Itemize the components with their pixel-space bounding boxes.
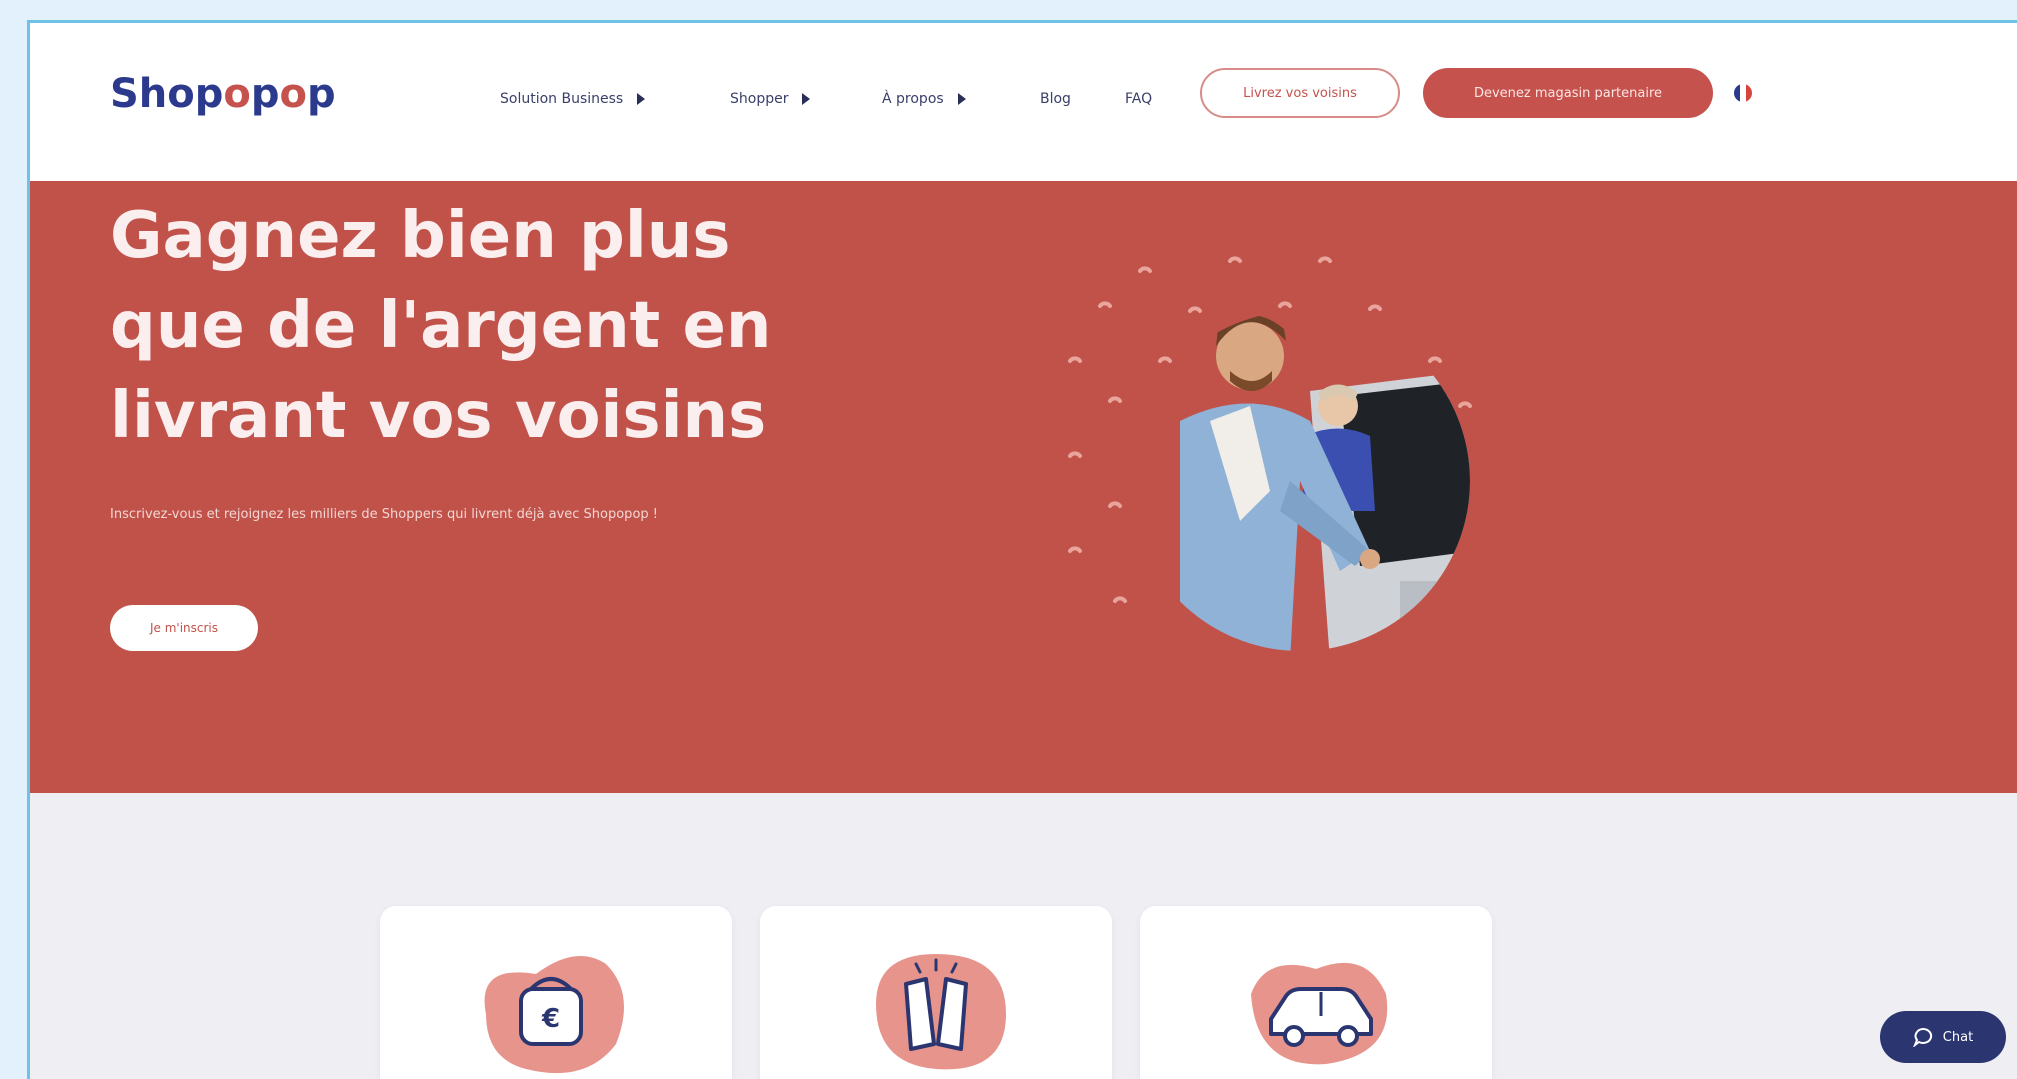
hero-photo	[1130, 311, 1470, 651]
nav-faq[interactable]: FAQ	[1125, 91, 1152, 107]
hero-title: Gagnez bien plus que de l'argent en livr…	[110, 199, 772, 453]
wallet-euro-icon: €	[484, 956, 624, 1074]
nav-blog[interactable]: Blog	[1040, 91, 1071, 107]
car-icon	[1251, 962, 1388, 1065]
livrez-vos-voisins-button[interactable]: Livrez vos voisins	[1200, 68, 1400, 118]
je-minscris-button[interactable]: Je m'inscris	[110, 605, 258, 651]
nav-solution-business[interactable]: Solution Business	[500, 91, 646, 107]
nav-a-propos[interactable]: À propos	[882, 91, 966, 107]
nav-shopper[interactable]: Shopper	[730, 91, 811, 107]
site-header: Shopopop Solution Business Shopper À pro…	[30, 23, 2017, 181]
svg-text:€: €	[541, 1004, 560, 1034]
feature-card-car[interactable]	[1140, 906, 1492, 1079]
caret-right-icon	[802, 93, 811, 105]
hero-section: Gagnez bien plus que de l'argent en livr…	[30, 181, 2017, 793]
caret-right-icon	[957, 93, 966, 105]
shopopop-logo[interactable]: Shopopop	[110, 71, 336, 117]
devenez-partenaire-button[interactable]: Devenez magasin partenaire	[1423, 68, 1713, 118]
feature-card-high-five[interactable]	[760, 906, 1112, 1079]
chat-button[interactable]: Chat	[1880, 1011, 2006, 1063]
hero-illustration	[1068, 256, 1472, 651]
browser-viewport: Shopopop Solution Business Shopper À pro…	[27, 20, 2017, 1079]
caret-right-icon	[637, 93, 646, 105]
chat-bubble-icon	[1912, 1027, 1932, 1047]
feature-card-wallet[interactable]: €	[380, 906, 732, 1079]
hero-subtitle: Inscrivez-vous et rejoignez les milliers…	[110, 507, 658, 522]
fr-flag-icon[interactable]	[1734, 84, 1752, 102]
high-five-icon	[876, 954, 1006, 1070]
